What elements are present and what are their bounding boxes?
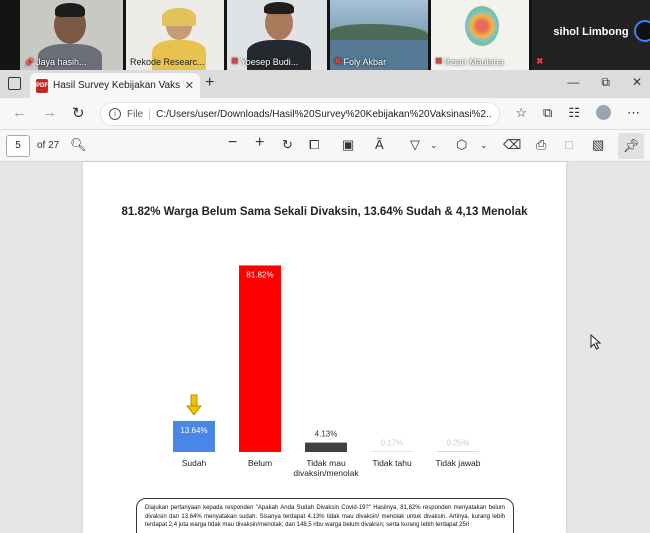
participant-hair <box>264 2 294 14</box>
minimize-icon[interactable]: — <box>567 75 579 90</box>
highlight-icon[interactable]: ⬡ <box>456 137 467 153</box>
profile-avatar[interactable] <box>596 105 611 120</box>
category-label: Belum <box>248 458 272 468</box>
bar-value-label: 0.25% <box>447 438 470 447</box>
mic-muted-icon: ✖ <box>334 56 342 66</box>
category-label: Sudah <box>182 458 207 468</box>
file-scheme-label: File <box>127 108 151 120</box>
bar-chart: 13.64% Sudah 81.82% Belum 4.13% Tidak mau diva… <box>173 265 481 478</box>
bar-value-label: 4.13% <box>315 430 338 439</box>
video-strip: 📌 Jaya hasih... Rekode Researc... ✖ Yoesep… <box>0 0 650 70</box>
save-as-icon[interactable]: ▧ <box>592 137 604 153</box>
erase-icon[interactable]: ⌫ <box>503 137 521 153</box>
draw-icon[interactable]: ▽ <box>410 137 420 153</box>
participant-name: ✖ Ihsan Maulana <box>435 56 504 67</box>
bar-value-label: 81.82% <box>246 270 273 279</box>
bar-value-label: 0.17% <box>381 439 404 448</box>
pdf-icon: PDF <box>36 78 48 93</box>
close-window-icon[interactable]: ✕ <box>632 75 642 90</box>
pin-toolbar-icon[interactable]: 📌︎ <box>618 133 644 159</box>
back-arrow-icon[interactable]: ← <box>12 104 27 121</box>
bar-belum <box>239 265 281 452</box>
bar-tidak-mau-divaksin-menolak <box>305 442 347 452</box>
bar-value-label: 13.64% <box>180 426 207 435</box>
participant-name: Rekode Researc... <box>130 57 205 67</box>
category-label: Tidak mau divaksin/menolak <box>293 458 359 478</box>
forward-arrow-icon[interactable]: → <box>42 104 57 121</box>
participant-tile[interactable]: sihol Limbong ✖ <box>532 0 650 70</box>
mic-muted-icon: ✖ <box>231 56 239 66</box>
participant-tile[interactable]: ✖ Ihsan Maulana <box>431 0 529 70</box>
tab-actions-icon[interactable] <box>8 77 21 90</box>
participant-avatar-graphic <box>465 6 499 46</box>
save-icon[interactable]: □ <box>565 137 573 152</box>
more-menu-icon[interactable]: ⋯ <box>627 105 640 121</box>
close-tab-icon[interactable]: ✕ <box>185 79 194 92</box>
participant-name: ✖ Yoesep Budi... <box>231 56 299 67</box>
chevron-down-icon[interactable]: ⌄ <box>480 140 488 151</box>
category-label: Tidak tahu <box>372 458 412 468</box>
participant-tile[interactable]: ✖ Foly Akbar <box>330 0 428 70</box>
participant-tile[interactable]: ✖ Yoesep Budi... <box>227 0 327 70</box>
reload-icon[interactable]: ↻ <box>72 104 85 122</box>
next-page-button[interactable] <box>634 20 650 42</box>
print-icon[interactable]: ⎙ <box>536 137 546 153</box>
info-icon[interactable]: i <box>109 108 121 120</box>
tab-title: Hasil Survey Kebijakan Vaksinasi <box>53 80 180 91</box>
favorite-icon[interactable]: ☆ <box>515 105 527 121</box>
mic-muted-icon: ✖ <box>435 56 443 66</box>
new-tab-icon[interactable]: + <box>205 74 214 92</box>
collections-icon[interactable]: ⧉ <box>543 105 552 121</box>
page-count: of 27 <box>37 140 60 151</box>
participant-hair <box>55 3 85 17</box>
pdf-viewer[interactable]: 81.82% Warga Belum Sama Sekali Divaksin,… <box>0 162 650 533</box>
zoom-in-icon[interactable]: + <box>255 134 264 152</box>
bar-tidak-jawab <box>437 451 479 452</box>
caption-text: Diajukan pertanyaan kepada responden "Ap… <box>145 505 505 528</box>
rotate-icon[interactable]: ↻ <box>282 137 293 153</box>
maximize-icon[interactable]: ⧉ <box>601 75 610 90</box>
caption-box: Diajukan pertanyaan kepada responden "Ap… <box>136 498 514 533</box>
mic-muted-icon: ✖ <box>536 56 544 66</box>
participant-name: ✖ Foly Akbar <box>334 56 387 67</box>
participant-name-large: sihol Limbong <box>553 26 629 38</box>
tab-active[interactable]: PDF Hasil Survey Kebijakan Vaksinasi ✕ <box>30 73 200 98</box>
participant-tile[interactable]: 📌 Jaya hasih... <box>20 0 123 70</box>
mouse-cursor-icon <box>590 334 602 350</box>
highlight-arrow-icon <box>186 394 202 416</box>
address-bar[interactable]: i File C:/Users/user/Downloads/Hasil%20S… <box>100 102 500 126</box>
pdf-toolbar: 5 of 27 🔍︎ − + ↻ ⧠ ▣ Ã ▽ ⌄ ⬡ ⌄ ⌫ ⎙ □ ▧ … <box>0 130 650 162</box>
address-bar-row: ← → ↻ i File C:/Users/user/Downloads/Has… <box>0 98 650 130</box>
address-bar-icons: ☆ ⧉ ☷ ⋯ <box>515 105 640 121</box>
page-number-input[interactable]: 5 <box>6 135 30 157</box>
extensions-icon[interactable]: ☷ <box>568 105 580 121</box>
chevron-down-icon[interactable]: ⌄ <box>430 140 438 151</box>
search-icon[interactable]: 🔍︎ <box>70 137 87 153</box>
browser-tab-bar: PDF Hasil Survey Kebijakan Vaksinasi ✕ +… <box>0 70 650 98</box>
participant-tile[interactable]: Rekode Researc... <box>126 0 224 70</box>
page-view-icon[interactable]: ▣ <box>342 137 354 153</box>
read-aloud-icon[interactable]: Ã <box>375 137 384 152</box>
participant-mic-status: ✖ <box>536 56 544 67</box>
pdf-page: 81.82% Warga Belum Sama Sekali Divaksin,… <box>83 162 566 533</box>
participant-hijab <box>162 8 196 26</box>
url-text[interactable]: C:/Users/user/Downloads/Hasil%20Survey%2… <box>156 109 491 120</box>
zoom-out-icon[interactable]: − <box>228 134 237 152</box>
participant-name: 📌 Jaya hasih... <box>24 57 87 67</box>
window-controls: — ⧉ ✕ <box>567 75 642 90</box>
fit-page-icon[interactable]: ⧠ <box>309 137 319 153</box>
category-label: Tidak jawab <box>435 458 480 468</box>
